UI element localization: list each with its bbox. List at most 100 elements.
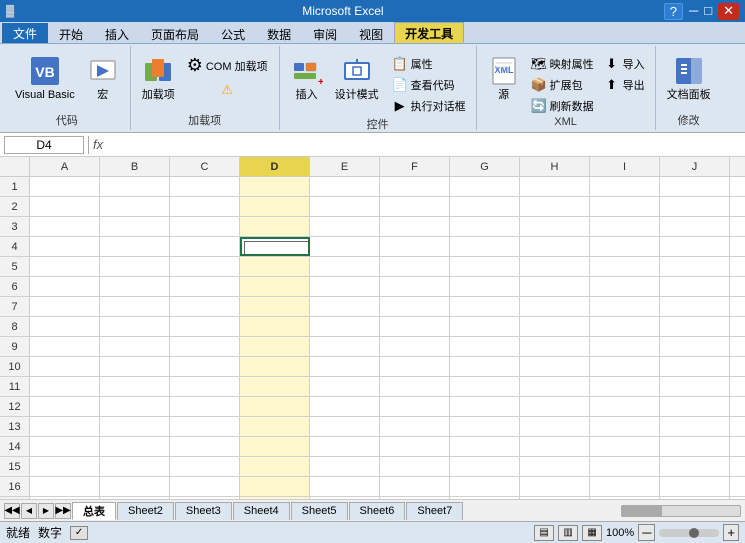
properties-button[interactable]: 📋 属性 [388,54,470,74]
cell-J2[interactable] [660,197,730,216]
cell-G15[interactable] [450,457,520,476]
cell-C14[interactable] [170,437,240,456]
cell-E8[interactable] [310,317,380,336]
row-header-2[interactable]: 2 [0,197,30,216]
cell-H14[interactable] [520,437,590,456]
cell-A15[interactable] [30,457,100,476]
cell-C10[interactable] [170,357,240,376]
cell-C12[interactable] [170,397,240,416]
cell-widget[interactable] [244,241,310,256]
cell-H4[interactable] [520,237,590,256]
cell-E11[interactable] [310,377,380,396]
cell-E4[interactable] [310,237,380,256]
cell-C16[interactable] [170,477,240,496]
cell-D13[interactable] [240,417,310,436]
cell-I1[interactable] [590,177,660,196]
row-header-12[interactable]: 12 [0,397,30,416]
cell-B11[interactable] [100,377,170,396]
run-dialog-button[interactable]: ▶ 执行对话框 [388,96,470,116]
cell-A6[interactable] [30,277,100,296]
cell-H15[interactable] [520,457,590,476]
cell-C9[interactable] [170,337,240,356]
horizontal-scrollbar[interactable] [621,505,741,517]
tab-view[interactable]: 视图 [348,23,394,43]
cell-B2[interactable] [100,197,170,216]
col-header-d[interactable]: D [240,157,310,176]
cell-A13[interactable] [30,417,100,436]
cell-A5[interactable] [30,257,100,276]
cell-E6[interactable] [310,277,380,296]
cell-E3[interactable] [310,217,380,236]
cell-B13[interactable] [100,417,170,436]
cell-H6[interactable] [520,277,590,296]
cell-A3[interactable] [30,217,100,236]
cell-J11[interactable] [660,377,730,396]
tab-data[interactable]: 数据 [256,23,302,43]
cell-A16[interactable] [30,477,100,496]
refresh-data-button[interactable]: 🔄 刷新数据 [527,96,598,116]
cell-E12[interactable] [310,397,380,416]
cell-D9[interactable] [240,337,310,356]
cell-B7[interactable] [100,297,170,316]
cell-C7[interactable] [170,297,240,316]
cell-D6[interactable] [240,277,310,296]
cell-I15[interactable] [590,457,660,476]
cell-B10[interactable] [100,357,170,376]
cell-F8[interactable] [380,317,450,336]
cell-D11[interactable] [240,377,310,396]
cell-H13[interactable] [520,417,590,436]
cell-J9[interactable] [660,337,730,356]
cell-H3[interactable] [520,217,590,236]
cell-J10[interactable] [660,357,730,376]
cell-H5[interactable] [520,257,590,276]
cell-I9[interactable] [590,337,660,356]
cell-E14[interactable] [310,437,380,456]
cell-C5[interactable] [170,257,240,276]
cell-D14[interactable] [240,437,310,456]
cell-E2[interactable] [310,197,380,216]
sheet-tab-4[interactable]: Sheet4 [233,502,290,520]
close-button[interactable]: ✕ [718,3,739,20]
cell-J5[interactable] [660,257,730,276]
page-break-view-button[interactable]: ▦ [582,525,602,541]
cell-E9[interactable] [310,337,380,356]
cell-I12[interactable] [590,397,660,416]
cell-G3[interactable] [450,217,520,236]
expansion-packs-button[interactable]: 📦 扩展包 [527,75,598,95]
cell-I7[interactable] [590,297,660,316]
cell-G1[interactable] [450,177,520,196]
cell-H8[interactable] [520,317,590,336]
tab-file[interactable]: 文件 [2,23,48,43]
cell-J13[interactable] [660,417,730,436]
cell-H9[interactable] [520,337,590,356]
cell-F4[interactable] [380,237,450,256]
cell-E1[interactable] [310,177,380,196]
cell-I10[interactable] [590,357,660,376]
tab-home[interactable]: 开始 [48,23,94,43]
col-header-c[interactable]: C [170,157,240,176]
cell-A12[interactable] [30,397,100,416]
com-addins-button[interactable]: ⚙ COM 加载项 [182,52,273,79]
cell-E16[interactable] [310,477,380,496]
cell-F3[interactable] [380,217,450,236]
cell-F6[interactable] [380,277,450,296]
cell-F2[interactable] [380,197,450,216]
cell-J6[interactable] [660,277,730,296]
export-button[interactable]: ⬆ 导出 [600,75,649,95]
cell-F7[interactable] [380,297,450,316]
row-header-8[interactable]: 8 [0,317,30,336]
cell-B4[interactable] [100,237,170,256]
cell-G11[interactable] [450,377,520,396]
tab-review[interactable]: 审阅 [302,23,348,43]
cell-H11[interactable] [520,377,590,396]
row-header-9[interactable]: 9 [0,337,30,356]
zoom-minus-button[interactable]: ─ [638,524,655,541]
cell-G16[interactable] [450,477,520,496]
cell-J15[interactable] [660,457,730,476]
cell-I2[interactable] [590,197,660,216]
cell-F12[interactable] [380,397,450,416]
cell-F1[interactable] [380,177,450,196]
cell-J8[interactable] [660,317,730,336]
cell-D2[interactable] [240,197,310,216]
cell-E10[interactable] [310,357,380,376]
